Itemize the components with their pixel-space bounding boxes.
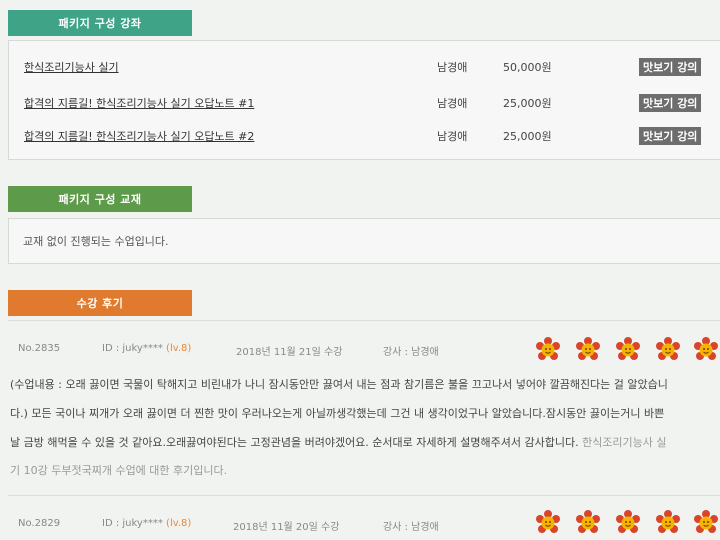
review-line: 기 10강 두부젓국찌개 수업에 대한 후기입니다. (10, 462, 227, 478)
review-number: No.2829 (18, 518, 61, 529)
flower-rating-icon (656, 337, 680, 360)
review-user-id: ID : juky**** (lv.8) (102, 518, 191, 529)
divider (8, 320, 720, 321)
preview-lecture-button[interactable]: 맛보기 강의 (639, 58, 702, 76)
divider (8, 495, 720, 496)
books-notice: 교재 없이 진행되는 수업입니다. (23, 235, 169, 248)
review-course-ref: 기 10강 두부젓국찌개 수업에 대한 후기입니다. (10, 464, 228, 477)
course-title-link[interactable]: 합격의 지름길! 한식조리기능사 실기 오답노트 #1 (24, 95, 254, 111)
review-teacher: 강사 : 남경애 (383, 522, 439, 533)
review-course-ref: 한식조리기능사 실 (578, 436, 667, 449)
flower-rating-icon (536, 337, 560, 360)
tab-reviews: 수강 후기 (8, 290, 192, 316)
review-date: 2018년 11월 20일 수강 (233, 522, 340, 533)
flower-rating-icon (576, 510, 600, 533)
course-list: 한식조리기능사 실기 남경애 50,000원 맛보기 강의 합격의 지름길! 한… (8, 40, 720, 160)
books-box: 교재 없이 진행되는 수업입니다. (8, 218, 720, 264)
course-row: 합격의 지름길! 한식조리기능사 실기 오답노트 #2 남경애 25,000원 … (9, 124, 720, 148)
flower-rating-icon (576, 337, 600, 360)
course-title-link[interactable]: 합격의 지름길! 한식조리기능사 실기 오답노트 #2 (24, 128, 254, 144)
flower-rating-icon (616, 510, 640, 533)
preview-lecture-button[interactable]: 맛보기 강의 (639, 94, 702, 112)
tab-package-courses: 패키지 구성 강좌 (8, 10, 192, 36)
flower-rating-icon (694, 337, 718, 360)
flower-rating-icon (694, 510, 718, 533)
course-teacher: 남경애 (437, 61, 468, 74)
course-row: 한식조리기능사 실기 남경애 50,000원 맛보기 강의 (9, 55, 720, 79)
course-teacher: 남경애 (437, 130, 468, 143)
course-row: 합격의 지름길! 한식조리기능사 실기 오답노트 #1 남경애 25,000원 … (9, 91, 720, 115)
review-teacher: 강사 : 남경애 (383, 347, 439, 358)
flower-rating-icon (616, 337, 640, 360)
course-price: 25,000원 (503, 97, 552, 110)
review-line: 다.) 모든 국이나 찌개가 오래 끓이면 더 찐한 맛이 우러나오는게 아닐까… (10, 407, 665, 420)
flower-rating-icon (656, 510, 680, 533)
review-id-text: ID : juky**** (102, 343, 163, 354)
review-date: 2018년 11월 21일 수강 (236, 347, 343, 358)
review-number: No.2835 (18, 343, 61, 354)
review-line: 날 금방 해먹을 수 있을 것 같아요.오래끓여야된다는 고정관념을 버려야겠어… (10, 434, 667, 450)
flower-rating-icon (536, 510, 560, 533)
course-teacher: 남경애 (437, 97, 468, 110)
course-title-link[interactable]: 한식조리기능사 실기 (24, 59, 119, 75)
review-level: (lv.8) (166, 518, 192, 529)
review-id-text: ID : juky**** (102, 518, 163, 529)
review-line-text: 날 금방 해먹을 수 있을 것 같아요.오래끓여야된다는 고정관념을 버려야겠어… (10, 436, 579, 449)
review-level: (lv.8) (166, 343, 192, 354)
course-price: 50,000원 (503, 61, 552, 74)
tab-package-books: 패키지 구성 교재 (8, 186, 192, 212)
review-line: (수업내용 : 오래 끓이면 국물이 탁해지고 비린내가 나니 잠시동안만 끓여… (10, 378, 668, 391)
course-price: 25,000원 (503, 130, 552, 143)
review-user-id: ID : juky**** (lv.8) (102, 343, 191, 354)
preview-lecture-button[interactable]: 맛보기 강의 (639, 127, 702, 145)
